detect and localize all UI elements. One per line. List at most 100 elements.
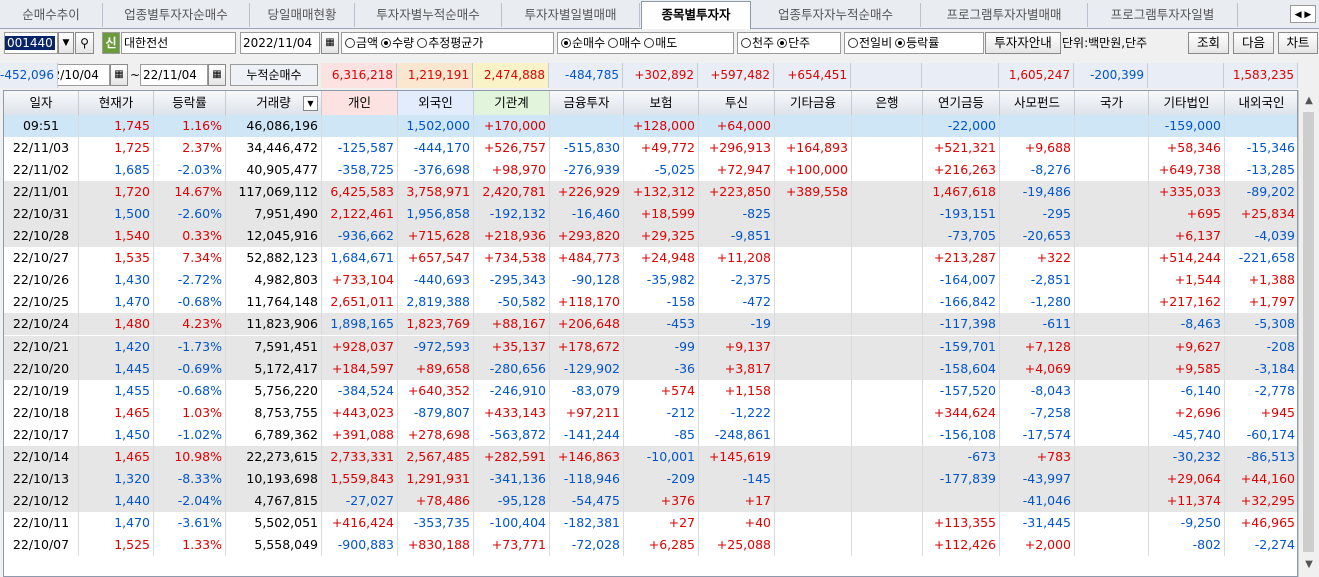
table-row[interactable]: 22/10/19 1,455 -0.68% 5,756,220 -384,524 +640… xyxy=(4,379,1297,402)
stock-dropdown-button[interactable]: ▼ xyxy=(58,32,74,54)
table-row[interactable]: 22/10/31 1,500 -2.60% 7,951,490 2,122,461 1,9… xyxy=(4,203,1297,226)
table-cell: 22/10/26 xyxy=(4,269,79,292)
table-row[interactable]: 22/11/02 1,685 -2.03% 40,905,477 -358,725 -37… xyxy=(4,159,1297,182)
radio-option[interactable]: 금액 xyxy=(345,36,378,50)
search-icon[interactable]: ⚲ xyxy=(75,32,94,54)
radio-option[interactable]: 등락률 xyxy=(895,36,939,50)
column-header[interactable]: 내외국인 xyxy=(1225,91,1297,115)
table-cell: -358,725 xyxy=(322,159,398,182)
stock-code-input[interactable]: 001440 xyxy=(4,32,58,54)
period-to-field[interactable]: 22/11/04 xyxy=(140,64,208,86)
column-header[interactable]: 보험 xyxy=(624,91,699,115)
date-field[interactable]: 2022/11/04 xyxy=(240,32,320,54)
column-header[interactable]: 국가 xyxy=(1075,91,1149,115)
tab-0[interactable]: 순매수추이 xyxy=(0,3,103,27)
investor-info-button[interactable]: 투자자안내 xyxy=(985,32,1061,54)
scroll-thumb[interactable] xyxy=(1303,112,1314,552)
column-header[interactable]: 현재가 xyxy=(79,91,154,115)
tab-6[interactable]: 업종투자자누적순매수 xyxy=(751,3,921,27)
tab-4[interactable]: 투자자별일별매매 xyxy=(502,3,640,27)
radio-option[interactable]: 매수 xyxy=(608,36,641,50)
tab-7[interactable]: 프로그램투자자별매매 xyxy=(921,3,1088,27)
table-cell: +4,069 xyxy=(1000,357,1075,380)
tab-scroll-arrows[interactable]: ◀ ▶ xyxy=(1290,5,1316,23)
table-cell: 1,535 xyxy=(79,247,154,270)
column-header[interactable]: 개인 xyxy=(322,91,398,115)
table-row[interactable]: 22/10/18 1,465 1.03% 8,753,755 +443,023 -879,… xyxy=(4,401,1297,424)
table-cell: +521,321 xyxy=(923,137,1000,160)
radio-button-icon[interactable] xyxy=(848,38,858,48)
table-row[interactable]: 22/10/26 1,430 -2.72% 4,982,803 +733,104 -440… xyxy=(4,269,1297,292)
column-header-label: 내외국인 xyxy=(1238,95,1285,110)
column-header[interactable]: 일자 xyxy=(4,91,79,115)
tab-5[interactable]: 종목별투자자 xyxy=(641,1,751,29)
radio-button-icon[interactable] xyxy=(777,38,788,48)
table-row[interactable]: 22/10/28 1,540 0.33% 12,045,916 -936,662 +715… xyxy=(4,225,1297,248)
column-header[interactable]: 기타금융 xyxy=(775,91,852,115)
radio-option[interactable]: 매도 xyxy=(644,36,677,50)
table-row[interactable]: 22/10/27 1,535 7.34% 52,882,123 1,684,671 +65… xyxy=(4,247,1297,270)
radio-option[interactable]: 전일비 xyxy=(848,36,892,50)
column-header[interactable]: 연기금등 xyxy=(923,91,1000,115)
chevron-down-icon[interactable]: ▼ xyxy=(303,96,318,111)
table-cell: 117,069,112 xyxy=(226,181,322,204)
radio-button-icon[interactable] xyxy=(644,38,655,48)
radio-option[interactable]: 수량 xyxy=(381,36,414,50)
table-cell: 1,685 xyxy=(79,159,154,182)
calendar-icon[interactable]: ▦ xyxy=(208,64,226,86)
table-cell xyxy=(852,159,923,182)
query-button[interactable]: 조회 xyxy=(1188,32,1229,54)
radio-option[interactable]: 천주 xyxy=(741,36,774,50)
radio-button-icon[interactable] xyxy=(381,38,392,48)
radio-button-icon[interactable] xyxy=(345,38,355,48)
table-cell: +178,672 xyxy=(550,335,624,358)
table-row[interactable]: 09:51 1,745 1.16% 46,086,196 1,502,000 +170,0… xyxy=(4,115,1297,137)
table-row[interactable]: 22/10/14 1,465 10.98% 22,273,615 2,733,331 2,… xyxy=(4,445,1297,468)
column-header[interactable]: 은행 xyxy=(852,91,923,115)
table-cell: +2,000 xyxy=(1000,533,1075,556)
table-cell xyxy=(775,489,852,512)
table-row[interactable]: 22/10/20 1,445 -0.69% 5,172,417 +184,597 +89,… xyxy=(4,357,1297,380)
vertical-scrollbar[interactable]: ▲ ▼ xyxy=(1298,90,1319,577)
column-header[interactable]: 외국인 xyxy=(398,91,474,115)
tab-3[interactable]: 투자자별누적순매수 xyxy=(355,3,502,27)
table-row[interactable]: 22/10/17 1,450 -1.02% 6,789,362 +391,088 +278… xyxy=(4,423,1297,446)
scroll-down-icon[interactable]: ▼ xyxy=(1299,556,1319,574)
column-header[interactable]: 투신 xyxy=(699,91,775,115)
column-header[interactable]: 사모펀드 xyxy=(1000,91,1075,115)
table-row[interactable]: 22/11/01 1,720 14.67% 117,069,112 6,425,583 3… xyxy=(4,181,1297,204)
calendar-icon[interactable]: ▦ xyxy=(321,32,339,54)
tab-1[interactable]: 업종별투자자순매수 xyxy=(103,3,250,27)
table-row[interactable]: 22/10/11 1,470 -3.61% 5,502,051 +416,424 -353… xyxy=(4,511,1297,534)
radio-option[interactable]: 순매수 xyxy=(561,36,605,50)
radio-button-icon[interactable] xyxy=(561,38,571,48)
table-cell: +18,599 xyxy=(624,203,699,226)
radio-option[interactable]: 단주 xyxy=(777,36,810,50)
table-row[interactable]: 22/11/03 1,725 2.37% 34,446,472 -125,587 -444… xyxy=(4,137,1297,160)
table-row[interactable]: 22/10/13 1,320 -8.33% 10,193,698 1,559,843 1,… xyxy=(4,467,1297,490)
tab-8[interactable]: 프로그램투자자일별 xyxy=(1088,3,1238,27)
table-row[interactable]: 22/10/25 1,470 -0.68% 11,764,148 2,651,011 2,… xyxy=(4,291,1297,314)
radio-button-icon[interactable] xyxy=(417,38,428,48)
scroll-up-icon[interactable]: ▲ xyxy=(1299,92,1319,110)
tab-2[interactable]: 당일매매현황 xyxy=(250,3,355,27)
table-row[interactable]: 22/10/21 1,420 -1.73% 7,591,451 +928,037 -972… xyxy=(4,335,1297,358)
column-header[interactable]: 기타법인 xyxy=(1149,91,1225,115)
radio-button-icon[interactable] xyxy=(895,38,906,48)
calendar-icon[interactable]: ▦ xyxy=(110,64,128,86)
radio-button-icon[interactable] xyxy=(741,38,751,48)
table-row[interactable]: 22/10/24 1,480 4.23% 11,823,906 1,898,165 1,8… xyxy=(4,313,1297,336)
table-row[interactable]: 22/10/12 1,440 -2.04% 4,767,815 -27,027 +78,4… xyxy=(4,489,1297,512)
column-header[interactable]: 금융투자 xyxy=(550,91,624,115)
column-header[interactable]: 기관계 xyxy=(474,91,550,115)
radio-option[interactable]: 추정평균가 xyxy=(417,36,483,50)
column-header[interactable]: 등락률 xyxy=(154,91,226,115)
table-cell: +206,648 xyxy=(550,313,624,336)
radio-button-icon[interactable] xyxy=(608,38,619,48)
table-row[interactable]: 22/10/07 1,525 1.33% 5,558,049 -900,883 +830,… xyxy=(4,533,1297,556)
next-button[interactable]: 다음 xyxy=(1233,32,1274,54)
chart-button[interactable]: 차트 xyxy=(1278,32,1318,54)
table-cell: -353,735 xyxy=(398,511,474,534)
table-cell: +376 xyxy=(624,489,699,512)
column-header[interactable]: 거래량 ▼ xyxy=(226,91,322,115)
